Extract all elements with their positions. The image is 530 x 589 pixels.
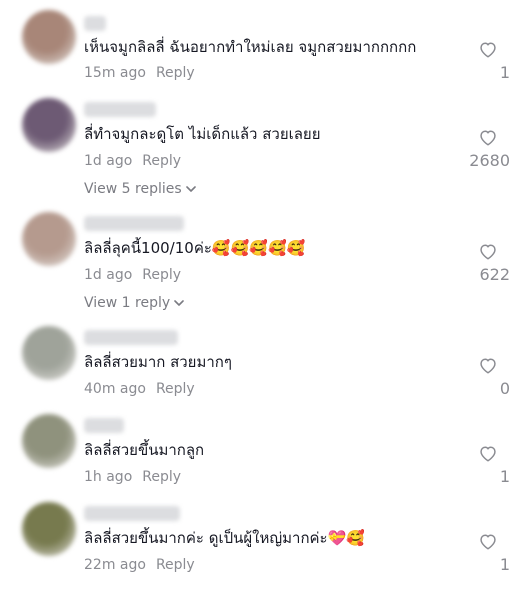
like-area: 622 <box>450 242 510 286</box>
reply-button[interactable]: Reply <box>156 65 195 81</box>
like-count: 2680 <box>469 151 510 170</box>
heart-icon[interactable] <box>478 128 498 146</box>
comment-time: 22m ago <box>84 557 146 573</box>
avatar[interactable] <box>22 502 76 556</box>
avatar[interactable] <box>22 10 76 64</box>
username-blurred[interactable] <box>84 506 180 521</box>
username-blurred[interactable] <box>84 418 124 433</box>
view-replies-button[interactable]: View 5 replies <box>84 180 196 198</box>
avatar[interactable] <box>22 98 76 152</box>
chevron-down-icon <box>185 186 196 192</box>
view-replies-label: View 1 reply <box>84 295 171 311</box>
chevron-down-icon <box>174 300 184 306</box>
like-count: 1 <box>499 467 510 486</box>
like-count: 622 <box>479 265 510 284</box>
like-area: 0 <box>450 356 510 400</box>
comment-meta: 1h ago Reply <box>84 468 181 486</box>
reply-button[interactable]: Reply <box>156 557 195 573</box>
comment-meta: 15m ago Reply <box>84 64 195 82</box>
comment-text: เห็นจมูกลิลลี่ ฉันอยากทำใหม่เลย จมูกสวยม… <box>84 38 417 56</box>
avatar[interactable] <box>22 414 76 468</box>
comment-time: 1d ago <box>84 267 133 283</box>
comment-meta: 40m ago Reply <box>84 380 195 398</box>
comment-meta: 1d ago Reply <box>84 266 181 284</box>
view-replies-label: View 5 replies <box>84 181 182 197</box>
reply-button[interactable]: Reply <box>142 469 181 485</box>
comment-text: ลิลลี่สวยขึ้นมากค่ะ ดูเป็นผู้ใหญ่มากค่ะ💝… <box>84 529 365 547</box>
comment-text: ลี่ทำจมูกละดูโต ไม่เด็กแล้ว สวยเลยย <box>84 125 321 143</box>
like-area: 2680 <box>450 128 510 172</box>
comment-meta: 1d ago Reply <box>84 152 181 170</box>
avatar[interactable] <box>22 212 76 266</box>
view-replies-button[interactable]: View 1 reply <box>84 294 184 312</box>
heart-icon[interactable] <box>478 532 498 550</box>
username-blurred[interactable] <box>84 330 178 345</box>
like-area: 1 <box>450 532 510 576</box>
like-count: 0 <box>499 379 510 398</box>
username-blurred[interactable] <box>84 16 106 31</box>
comment-text: ลิลลี่สวยมาก สวยมากๆ <box>84 353 232 371</box>
reply-button[interactable]: Reply <box>142 153 181 169</box>
comment-text: ลิลลี่ลุคนี้100/10ค่ะ🥰🥰🥰🥰🥰 <box>84 239 306 257</box>
reply-button[interactable]: Reply <box>156 381 195 397</box>
avatar[interactable] <box>22 326 76 380</box>
comment-time: 40m ago <box>84 381 146 397</box>
like-area: 1 <box>450 444 510 488</box>
comment-time: 1h ago <box>84 469 133 485</box>
like-area: 1 <box>450 40 510 84</box>
reply-button[interactable]: Reply <box>142 267 181 283</box>
heart-icon[interactable] <box>478 356 498 374</box>
comment-meta: 22m ago Reply <box>84 556 195 574</box>
like-count: 1 <box>499 63 510 82</box>
username-blurred[interactable] <box>84 216 184 231</box>
comment-time: 1d ago <box>84 153 133 169</box>
heart-icon[interactable] <box>478 444 498 462</box>
comment-time: 15m ago <box>84 65 146 81</box>
comment-text: ลิลลี่สวยขึ้นมากลูก <box>84 441 205 459</box>
like-count: 1 <box>499 555 510 574</box>
heart-icon[interactable] <box>478 40 498 58</box>
heart-icon[interactable] <box>478 242 498 260</box>
username-blurred[interactable] <box>84 102 156 117</box>
